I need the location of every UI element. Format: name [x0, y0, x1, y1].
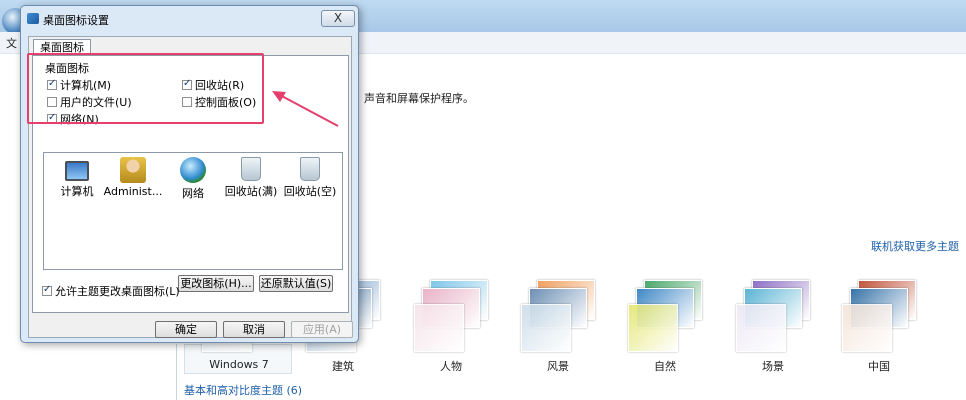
icon-label: Administ... [103, 185, 163, 198]
theme-label: 风景 [547, 360, 569, 373]
theme-label: Windows 7 [209, 358, 269, 371]
user-folder-icon [120, 157, 146, 183]
theme-label: 中国 [868, 360, 890, 373]
menu-file[interactable]: 文 [6, 35, 17, 51]
checkbox-allow-themes[interactable]: 允许主题更改桌面图标(L) [42, 284, 180, 298]
theme-label: 场景 [762, 360, 784, 373]
basic-themes-section[interactable]: 基本和高对比度主题 (6) [184, 382, 302, 398]
change-icon-button[interactable]: 更改图标(H)... [178, 275, 254, 292]
theme-thumbnail[interactable] [408, 278, 494, 358]
icon-label: 回收站(空) [283, 185, 337, 198]
online-themes-link[interactable]: 联机获取更多主题 [871, 238, 959, 254]
computer-icon [65, 161, 89, 181]
recycle-bin-empty-icon [300, 157, 320, 181]
theme-preview-image [736, 280, 810, 352]
personalization-description: 声音和屏幕保护程序。 [364, 92, 474, 105]
close-button[interactable]: X [321, 10, 355, 27]
network-icon [180, 157, 206, 183]
dialog-app-icon [27, 13, 39, 24]
theme-thumbnail[interactable] [836, 278, 922, 358]
theme-preview-image [521, 280, 595, 352]
icon-label: 网络 [182, 187, 204, 200]
list-item-recycle-empty[interactable]: 回收站(空) [277, 157, 343, 199]
list-item-user-files[interactable]: Administ... [100, 157, 166, 198]
theme-label: 自然 [654, 360, 676, 373]
ok-button[interactable]: 确定 [155, 321, 217, 338]
theme-preview-layer [736, 304, 786, 352]
list-item-network[interactable]: 网络 [160, 157, 226, 201]
annotation-arrow-icon [272, 91, 339, 127]
theme-preview-image [628, 280, 702, 352]
theme-thumbnail[interactable] [515, 278, 601, 358]
list-item-recycle-full[interactable]: 回收站(满) [218, 157, 284, 199]
cancel-button[interactable]: 取消 [223, 321, 285, 338]
annotation-highlight-box [27, 53, 264, 124]
dialog-titlebar: 桌面图标设置 X [21, 6, 358, 32]
theme-label: 人物 [440, 360, 462, 373]
theme-label: 建筑 [332, 360, 354, 373]
theme-preview-layer [414, 304, 464, 352]
apply-button[interactable]: 应用(A) [291, 321, 353, 338]
icon-label: 回收站(满) [224, 185, 278, 198]
recycle-bin-full-icon [241, 157, 261, 181]
theme-thumbnail[interactable] [730, 278, 816, 358]
restore-default-button[interactable]: 还原默认值(S) [259, 275, 333, 292]
content-divider [176, 344, 177, 400]
theme-preview-layer [521, 304, 571, 352]
theme-preview-layer [842, 304, 892, 352]
theme-preview-image [414, 280, 488, 352]
dialog-title: 桌面图标设置 [43, 14, 109, 27]
checkbox-allow-themes-box[interactable] [42, 284, 52, 296]
theme-preview-image [842, 280, 916, 352]
theme-thumbnail[interactable] [622, 278, 708, 358]
theme-preview-layer [628, 304, 678, 352]
desktop-icons-list[interactable]: 计算机 Administ... 网络 回收站(满) 回收站(空) [43, 152, 343, 270]
